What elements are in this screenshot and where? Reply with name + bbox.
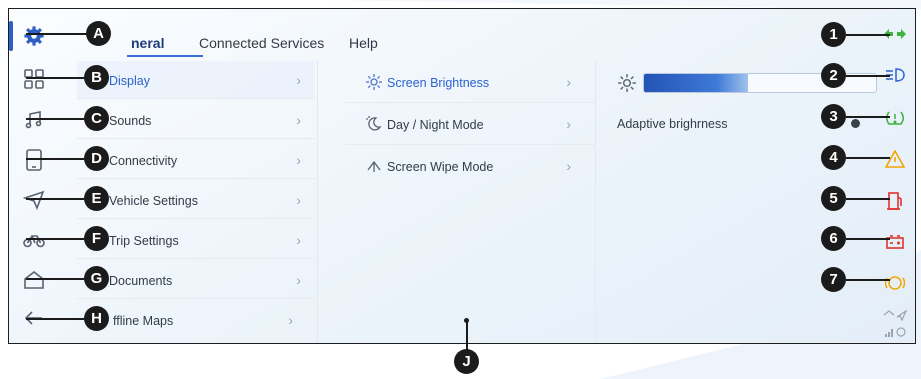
sun-icon bbox=[366, 74, 382, 90]
tire-pressure-icon bbox=[883, 107, 907, 129]
callout-g-leader bbox=[26, 278, 86, 280]
chevron-right-icon: › bbox=[296, 152, 301, 168]
menu-item-vehicle-settings[interactable]: Vehicle Settings › bbox=[77, 181, 315, 219]
gear-icon[interactable] bbox=[21, 23, 47, 49]
wipe-icon bbox=[367, 160, 381, 172]
callout-3-leader bbox=[846, 116, 890, 118]
grid-icon[interactable] bbox=[21, 66, 47, 92]
callout-a-leader bbox=[26, 33, 88, 35]
battery-icon bbox=[883, 231, 907, 253]
navigation-arrow-icon[interactable] bbox=[21, 187, 47, 213]
callout-h: H bbox=[84, 306, 109, 331]
menu-item-trip-settings[interactable]: Trip Settings › bbox=[77, 221, 315, 259]
callout-1-leader bbox=[846, 34, 890, 36]
tab-help[interactable]: Help bbox=[349, 35, 378, 51]
tab-connected-services[interactable]: Connected Services bbox=[199, 35, 324, 51]
motorcycle-icon[interactable] bbox=[21, 227, 47, 253]
callout-5-leader bbox=[846, 198, 890, 200]
chevron-right-icon: › bbox=[566, 158, 571, 174]
callout-2-leader bbox=[846, 75, 890, 77]
menu-item-label: Sounds bbox=[109, 114, 152, 128]
callout-3: 3 bbox=[821, 104, 846, 129]
chevron-right-icon: › bbox=[296, 112, 301, 128]
callout-c-leader bbox=[26, 118, 86, 120]
callout-4: 4 bbox=[821, 145, 846, 170]
status-icon-rail bbox=[875, 9, 915, 343]
chevron-right-icon: › bbox=[566, 74, 571, 90]
chevron-right-icon: › bbox=[566, 116, 571, 132]
menu-item-display[interactable]: Display › bbox=[77, 61, 315, 99]
menu-item-documents[interactable]: Documents › bbox=[77, 261, 315, 299]
callout-2: 2 bbox=[821, 63, 846, 88]
adaptive-brightness-toggle[interactable] bbox=[851, 119, 860, 128]
menu-item-connectivity[interactable]: Connectivity › bbox=[77, 141, 315, 179]
submenu-item-screen-wipe-mode[interactable]: Screen Wipe Mode › bbox=[345, 147, 595, 187]
infotainment-screen: neral Connected Services Help Display › … bbox=[8, 8, 916, 344]
callout-j: J bbox=[454, 349, 479, 374]
submenu-item-screen-brightness[interactable]: Screen Brightness › bbox=[345, 63, 595, 103]
callout-j-leader bbox=[466, 320, 468, 350]
home-icon[interactable] bbox=[21, 267, 47, 293]
day-night-icon bbox=[366, 116, 382, 131]
callout-a: A bbox=[86, 21, 111, 46]
menu-item-label: Documents bbox=[109, 274, 173, 288]
callout-d-leader bbox=[26, 158, 86, 160]
menu-item-label: Vehicle Settings bbox=[109, 194, 198, 208]
callout-7-leader bbox=[846, 279, 890, 281]
chevron-right-icon: › bbox=[296, 72, 301, 88]
menu-item-label: Connectivity bbox=[109, 154, 178, 168]
chevron-right-icon: › bbox=[288, 312, 293, 328]
phone-icon[interactable] bbox=[21, 147, 47, 173]
chevron-right-icon: › bbox=[296, 192, 301, 208]
submenu-item-day-night-mode[interactable]: Day / Night Mode › bbox=[345, 105, 595, 145]
callout-h-leader bbox=[26, 318, 86, 320]
menu-item-label: ffline Maps bbox=[113, 314, 174, 328]
sun-icon bbox=[618, 74, 636, 92]
callout-b-leader bbox=[26, 77, 86, 79]
menu-item-offline-maps[interactable]: ffline Maps › bbox=[77, 301, 315, 339]
column-divider bbox=[317, 61, 318, 343]
callout-f-leader bbox=[26, 238, 86, 240]
callout-e: E bbox=[84, 186, 109, 211]
callout-e-leader bbox=[26, 198, 86, 200]
callout-6: 6 bbox=[821, 226, 846, 251]
callout-7: 7 bbox=[821, 267, 846, 292]
adaptive-brightness-label: Adaptive brighrness bbox=[617, 117, 728, 131]
callout-4-leader bbox=[846, 157, 890, 159]
callout-b: B bbox=[84, 65, 109, 90]
callout-1: 1 bbox=[821, 22, 846, 47]
callout-f: F bbox=[84, 226, 109, 251]
header-tabs: neral Connected Services Help bbox=[57, 9, 875, 59]
chevron-right-icon: › bbox=[296, 272, 301, 288]
left-icon-rail bbox=[9, 9, 57, 343]
menu-item-label: Display bbox=[109, 74, 150, 88]
callout-d: D bbox=[84, 146, 109, 171]
callout-g: G bbox=[84, 266, 109, 291]
menu-item-label: Trip Settings bbox=[109, 234, 179, 248]
active-tab-underline bbox=[127, 55, 203, 57]
brightness-slider-fill bbox=[644, 74, 749, 92]
submenu-item-label: Screen Wipe Mode bbox=[387, 160, 494, 174]
active-indicator bbox=[9, 21, 13, 51]
submenu-item-label: Day / Night Mode bbox=[387, 118, 484, 132]
fuel-icon bbox=[883, 190, 907, 212]
tab-general[interactable]: neral bbox=[131, 35, 164, 51]
music-note-icon[interactable] bbox=[21, 107, 47, 133]
callout-c: C bbox=[84, 106, 109, 131]
abs-icon bbox=[883, 272, 907, 294]
menu-item-sounds[interactable]: Sounds › bbox=[77, 101, 315, 139]
warning-triangle-icon bbox=[883, 148, 907, 170]
signal-icon bbox=[883, 321, 907, 343]
submenu-item-label: Screen Brightness bbox=[387, 76, 490, 90]
chevron-right-icon: › bbox=[296, 232, 301, 248]
display-submenu: Screen Brightness › Day / Night Mode › S… bbox=[345, 61, 596, 343]
callout-6-leader bbox=[846, 238, 890, 240]
callout-5: 5 bbox=[821, 186, 846, 211]
